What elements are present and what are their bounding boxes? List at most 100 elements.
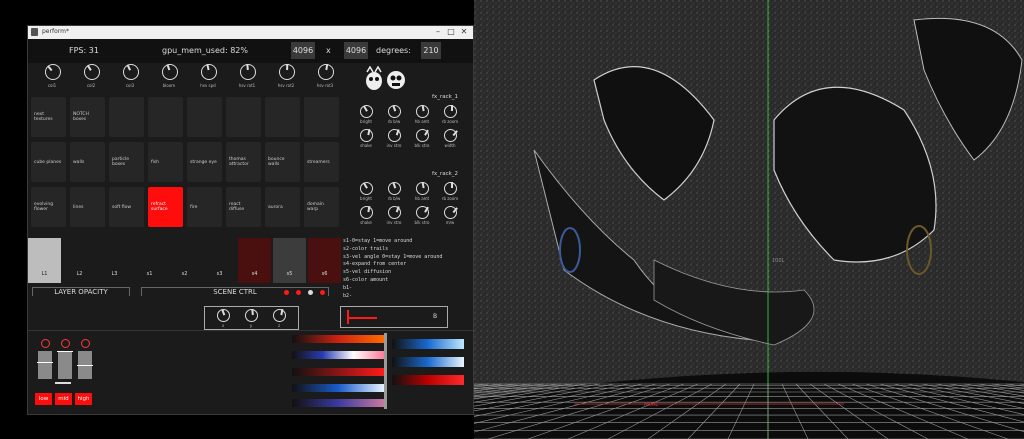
- knob[interactable]: [162, 64, 178, 80]
- gradient-column-1: [292, 335, 384, 407]
- fx-knob[interactable]: [416, 182, 429, 195]
- divider: [28, 330, 473, 331]
- fx-knob[interactable]: [416, 206, 429, 219]
- axis-label: m00L: [644, 402, 658, 408]
- xyz-knob[interactable]: [273, 309, 286, 322]
- fx-knob[interactable]: [388, 182, 401, 195]
- gradient-scrollbar[interactable]: [384, 333, 387, 409]
- scene-pad[interactable]: fire: [187, 187, 222, 227]
- scene-pad[interactable]: [109, 97, 144, 137]
- render-viewport[interactable]: 100L m00L: [474, 0, 1024, 439]
- fx-knob-label: rb b/w: [387, 196, 401, 201]
- close-icon[interactable]: ✕: [459, 27, 469, 37]
- fx-knob[interactable]: [416, 129, 429, 142]
- fx-knob[interactable]: [416, 105, 429, 118]
- fx-knob[interactable]: [444, 182, 457, 195]
- knob[interactable]: [45, 64, 61, 80]
- minimize-icon[interactable]: –: [433, 27, 443, 37]
- scene-pad[interactable]: domain warp: [304, 187, 339, 227]
- gradient-swatch[interactable]: [292, 384, 384, 392]
- knob[interactable]: [240, 64, 256, 80]
- xyz-knob[interactable]: [217, 309, 230, 322]
- degrees-field[interactable]: 210: [421, 42, 441, 59]
- gradient-swatch[interactable]: [392, 375, 464, 385]
- knob-label: hsv rot3: [316, 83, 334, 88]
- scene-pad[interactable]: particle boxes: [109, 142, 144, 182]
- scene-indicator-dot[interactable]: [296, 290, 301, 295]
- gradient-swatch[interactable]: [392, 339, 464, 349]
- gradient-swatch[interactable]: [292, 335, 384, 343]
- scene-pad[interactable]: fish: [148, 142, 183, 182]
- xyz-knob[interactable]: [245, 309, 258, 322]
- scene-pad[interactable]: evolving flower: [31, 187, 66, 227]
- layer-button[interactable]: s4: [238, 238, 271, 283]
- gradient-swatch[interactable]: [292, 399, 384, 407]
- band-high-button[interactable]: high: [75, 393, 92, 405]
- fx-knob[interactable]: [360, 206, 373, 219]
- scene-pad[interactable]: refract surface: [148, 187, 183, 227]
- scene-pad[interactable]: next textures: [31, 97, 66, 137]
- fx-knob[interactable]: [444, 129, 457, 142]
- resolution-height-field[interactable]: 4096: [344, 42, 368, 59]
- knob[interactable]: [318, 64, 334, 80]
- layer-button[interactable]: s6: [308, 238, 341, 283]
- scene-indicator-dot[interactable]: [320, 290, 325, 295]
- scene-pad[interactable]: react diffuse: [226, 187, 261, 227]
- maximize-icon[interactable]: □: [446, 27, 456, 37]
- b-control-box[interactable]: B: [340, 306, 448, 328]
- band-mid-button[interactable]: mid: [55, 393, 72, 405]
- knob-label: col3: [125, 83, 135, 88]
- scene-pad[interactable]: cube planes: [31, 142, 66, 182]
- fx-knob[interactable]: [388, 105, 401, 118]
- scene-pad[interactable]: soft flow: [109, 187, 144, 227]
- scene-pad[interactable]: NOTCH boxes: [70, 97, 105, 137]
- gradient-swatch[interactable]: [392, 357, 464, 367]
- fx-knob[interactable]: [360, 182, 373, 195]
- gradient-swatch[interactable]: [292, 368, 384, 376]
- gradient-swatch[interactable]: [292, 351, 384, 359]
- fx-knob[interactable]: [388, 206, 401, 219]
- scene-pad[interactable]: [187, 97, 222, 137]
- layer-button[interactable]: s3: [203, 238, 236, 283]
- scene-pad[interactable]: bounce walls: [265, 142, 300, 182]
- fx-knob[interactable]: [388, 129, 401, 142]
- layer-button[interactable]: s1: [133, 238, 166, 283]
- layer-button[interactable]: s2: [168, 238, 201, 283]
- fader[interactable]: [38, 351, 52, 379]
- layer-button[interactable]: L1: [28, 238, 61, 283]
- scene-pad[interactable]: strange eye: [187, 142, 222, 182]
- fader-knob[interactable]: [81, 339, 90, 348]
- layer-button[interactable]: L3: [98, 238, 131, 283]
- fader-knob[interactable]: [61, 339, 70, 348]
- title-bar: perform* – □ ✕: [28, 26, 473, 39]
- fx-knob[interactable]: [360, 129, 373, 142]
- band-low-button[interactable]: low: [35, 393, 52, 405]
- scene-indicator-dot[interactable]: [308, 290, 313, 295]
- scene-pad[interactable]: streamers: [304, 142, 339, 182]
- fx-knob[interactable]: [360, 105, 373, 118]
- knob[interactable]: [279, 64, 295, 80]
- knob[interactable]: [123, 64, 139, 80]
- fx-knob-label: inv stro: [386, 143, 402, 148]
- resolution-x-label: x: [326, 46, 331, 55]
- scene-pad[interactable]: [148, 97, 183, 137]
- scene-pad[interactable]: lines: [70, 187, 105, 227]
- knob[interactable]: [84, 64, 100, 80]
- b-label: B: [433, 313, 438, 320]
- scene-pad[interactable]: walls: [70, 142, 105, 182]
- scene-pad[interactable]: thomas attractor: [226, 142, 261, 182]
- fader-knob[interactable]: [41, 339, 50, 348]
- resolution-width-field[interactable]: 4096: [291, 42, 315, 59]
- control-window: perform* – □ ✕ FPS: 31 gpu_mem_used: 82%…: [27, 25, 474, 415]
- fx-knob[interactable]: [444, 105, 457, 118]
- fader[interactable]: [58, 351, 72, 379]
- scene-pad[interactable]: [304, 97, 339, 137]
- scene-indicator-dot[interactable]: [284, 290, 289, 295]
- scene-pad[interactable]: [226, 97, 261, 137]
- scene-pad[interactable]: aurora: [265, 187, 300, 227]
- fx-knob[interactable]: [444, 206, 457, 219]
- layer-button[interactable]: L2: [63, 238, 96, 283]
- scene-pad[interactable]: [265, 97, 300, 137]
- knob[interactable]: [201, 64, 217, 80]
- layer-button[interactable]: s5: [273, 238, 306, 283]
